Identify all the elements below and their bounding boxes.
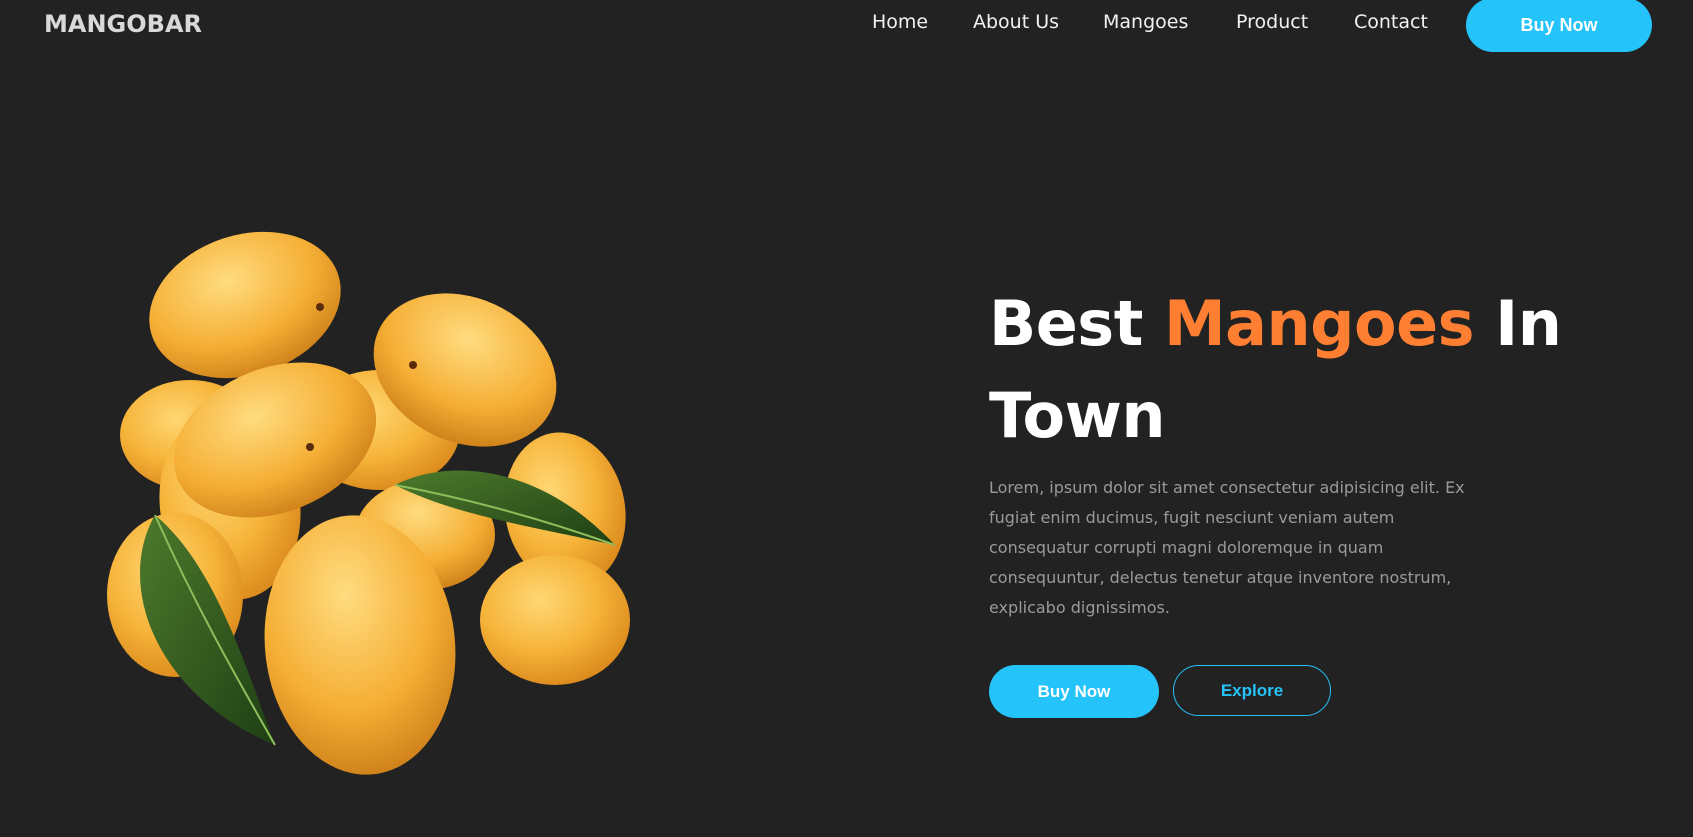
mango-stem-spot — [316, 303, 324, 311]
nav-link-contact[interactable]: Contact — [1354, 11, 1428, 33]
brand-logo[interactable]: MANGOBAR — [44, 10, 202, 38]
hero-title-accent: Mangoes — [1163, 287, 1475, 360]
mango-pile-image — [107, 231, 630, 775]
nav-link-mangoes[interactable]: Mangoes — [1103, 11, 1188, 33]
hero-title: Best Mangoes In Town — [989, 278, 1629, 462]
nav-link-about-us[interactable]: About Us — [973, 11, 1059, 33]
mango-stem-spot — [306, 443, 314, 451]
page: MANGOBAR Home About Us Mangoes Product C… — [0, 0, 1693, 837]
mango-right-lower — [480, 555, 630, 685]
mango-stem-spot — [409, 361, 417, 369]
hero-title-prefix: Best — [989, 287, 1164, 360]
hero-explore-button[interactable]: Explore — [1173, 665, 1331, 716]
hero-description: Lorem, ipsum dolor sit amet consectetur … — [989, 478, 1465, 617]
nav-link-product[interactable]: Product — [1236, 11, 1308, 33]
nav-link-home[interactable]: Home — [872, 11, 928, 33]
hero-buy-now-button[interactable]: Buy Now — [989, 665, 1159, 718]
nav-buy-now-button[interactable]: Buy Now — [1466, 0, 1652, 52]
navbar: MANGOBAR Home About Us Mangoes Product C… — [0, 0, 1693, 55]
